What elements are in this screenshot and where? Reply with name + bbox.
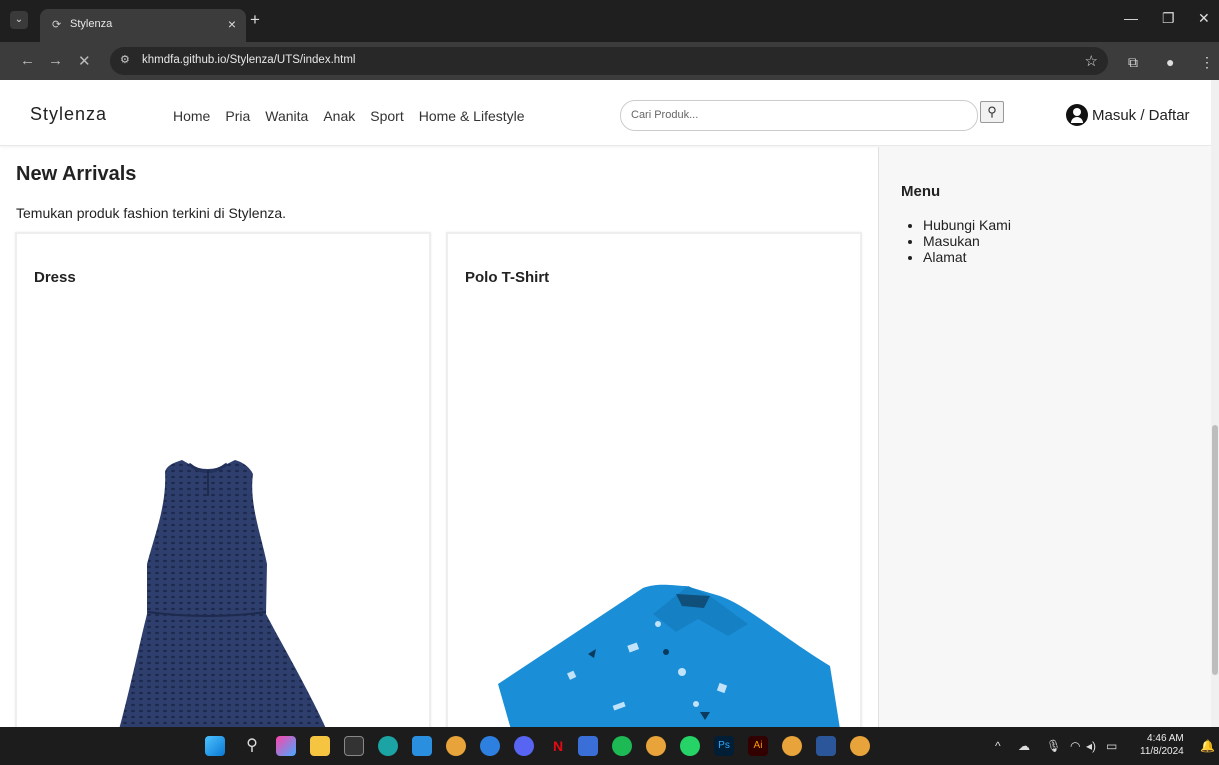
browser-toolbar: ← → ✕ ⚙ khmdfa.github.io/Stylenza/UTS/in… (0, 42, 1219, 80)
loading-icon: ⟳ (52, 19, 62, 31)
copilot-icon[interactable] (276, 736, 296, 756)
close-window-icon[interactable]: ✕ (1198, 10, 1210, 27)
user-icon (1066, 104, 1088, 126)
app-icon[interactable] (344, 736, 364, 756)
file-explorer-icon[interactable] (310, 736, 330, 756)
polo-shirt-image (498, 584, 840, 727)
clock-time: 4:46 AM (1147, 733, 1184, 744)
start-icon[interactable] (205, 736, 225, 756)
nav-link-home-lifestyle[interactable]: Home & Lifestyle (419, 108, 525, 124)
bookmark-star-icon[interactable]: ☆ (1085, 52, 1098, 70)
page-scrollbar[interactable] (1211, 80, 1219, 727)
main-content: New Arrivals Temukan produk fashion terk… (0, 147, 877, 727)
browser-tab[interactable]: ⟳ Stylenza × (40, 9, 246, 42)
tab-search-icon[interactable]: ⌄ (10, 11, 28, 29)
chrome-active-icon[interactable] (850, 736, 870, 756)
sidebar-item-masukan[interactable]: Masukan (923, 233, 1011, 249)
nav-links: Home Pria Wanita Anak Sport Home & Lifes… (173, 108, 540, 124)
clock-date: 11/8/2024 (1140, 746, 1184, 757)
volume-icon[interactable]: ◂) (1086, 739, 1096, 753)
url-text: khmdfa.github.io/Stylenza/UTS/index.html (142, 54, 356, 66)
notification-icon[interactable]: 🔔 (1200, 739, 1215, 753)
login-link[interactable]: Masuk / Daftar (1066, 104, 1190, 126)
mic-icon[interactable]: 🎙 (1046, 739, 1061, 753)
profile-icon[interactable]: ● (1166, 54, 1174, 70)
search-icon: ⚲ (987, 104, 997, 119)
sidebar-menu: Hubungi Kami Masukan Alamat (923, 217, 1011, 265)
sidebar: Menu Hubungi Kami Masukan Alamat (878, 147, 1211, 727)
nav-link-home[interactable]: Home (173, 108, 210, 124)
tray-overflow-icon[interactable]: ^ (995, 739, 1001, 753)
netflix-icon[interactable]: N (548, 736, 568, 756)
chrome-profile-icon[interactable] (646, 736, 666, 756)
minimize-icon[interactable]: — (1124, 10, 1138, 26)
menu-dots-icon[interactable]: ⋮ (1200, 54, 1214, 71)
discord-icon[interactable] (514, 736, 534, 756)
lightroom-icon[interactable] (578, 736, 598, 756)
nav-link-pria[interactable]: Pria (225, 108, 250, 124)
wifi-icon[interactable]: ◠ (1070, 739, 1080, 753)
edge-icon[interactable] (378, 736, 398, 756)
brand-logo[interactable]: Stylenza (30, 104, 107, 125)
search-input[interactable]: Cari Produk... (620, 100, 978, 131)
restore-icon[interactable]: ❐ (1162, 10, 1175, 27)
nav-link-anak[interactable]: Anak (323, 108, 355, 124)
clock[interactable]: 4:46 AM 11/8/2024 (1140, 732, 1184, 758)
login-label: Masuk / Daftar (1092, 106, 1190, 124)
search-placeholder: Cari Produk... (631, 109, 699, 121)
forward-icon[interactable]: → (48, 52, 63, 69)
page-title: New Arrivals (16, 163, 137, 185)
dress-image (119, 460, 326, 727)
sidebar-item-alamat[interactable]: Alamat (923, 249, 1011, 265)
back-icon[interactable]: ← (20, 52, 35, 69)
photoshop-icon[interactable]: Ps (714, 736, 734, 756)
address-bar[interactable]: ⚙ khmdfa.github.io/Stylenza/UTS/index.ht… (110, 47, 1108, 75)
product-card-polo[interactable]: Polo T-Shirt (446, 232, 862, 727)
chrome-alt-icon[interactable] (782, 736, 802, 756)
spotify-icon[interactable] (612, 736, 632, 756)
battery-icon[interactable]: ▭ (1106, 739, 1117, 753)
extensions-icon[interactable]: ⧉ (1128, 54, 1138, 71)
sidebar-title: Menu (901, 183, 941, 200)
search-icon[interactable]: ⚲ (242, 736, 262, 756)
web-page: Stylenza Home Pria Wanita Anak Sport Hom… (0, 80, 1211, 727)
browser-tab-bar: ⌄ ⟳ Stylenza × + — ❐ ✕ (0, 0, 1219, 42)
site-navbar: Stylenza Home Pria Wanita Anak Sport Hom… (0, 80, 1211, 146)
nav-link-wanita[interactable]: Wanita (265, 108, 308, 124)
product-card-dress[interactable]: Dress (15, 232, 431, 727)
close-tab-icon[interactable]: × (228, 16, 236, 32)
onedrive-icon[interactable]: ☁ (1018, 739, 1030, 753)
stop-loading-icon[interactable]: ✕ (78, 52, 91, 70)
word-icon[interactable] (816, 736, 836, 756)
illustrator-icon[interactable]: Ai (748, 736, 768, 756)
new-tab-icon[interactable]: + (250, 10, 260, 30)
windows-taskbar: ⚲ N Ps Ai ^ ☁ 🎙 ◠ ◂) ▭ 4:46 AM 11/8/2024… (0, 727, 1219, 765)
whatsapp-icon[interactable] (680, 736, 700, 756)
nav-link-sport[interactable]: Sport (370, 108, 403, 124)
tab-title: Stylenza (70, 18, 113, 30)
chrome-icon[interactable] (446, 736, 466, 756)
search-button[interactable]: ⚲ (980, 101, 1004, 123)
scrollbar-thumb[interactable] (1212, 425, 1218, 675)
site-info-icon[interactable]: ⚙ (120, 53, 130, 66)
vscode-icon[interactable] (412, 736, 432, 756)
github-icon[interactable] (480, 736, 500, 756)
page-subtitle: Temukan produk fashion terkini di Stylen… (16, 205, 287, 221)
sidebar-item-hubungi-kami[interactable]: Hubungi Kami (923, 217, 1011, 233)
